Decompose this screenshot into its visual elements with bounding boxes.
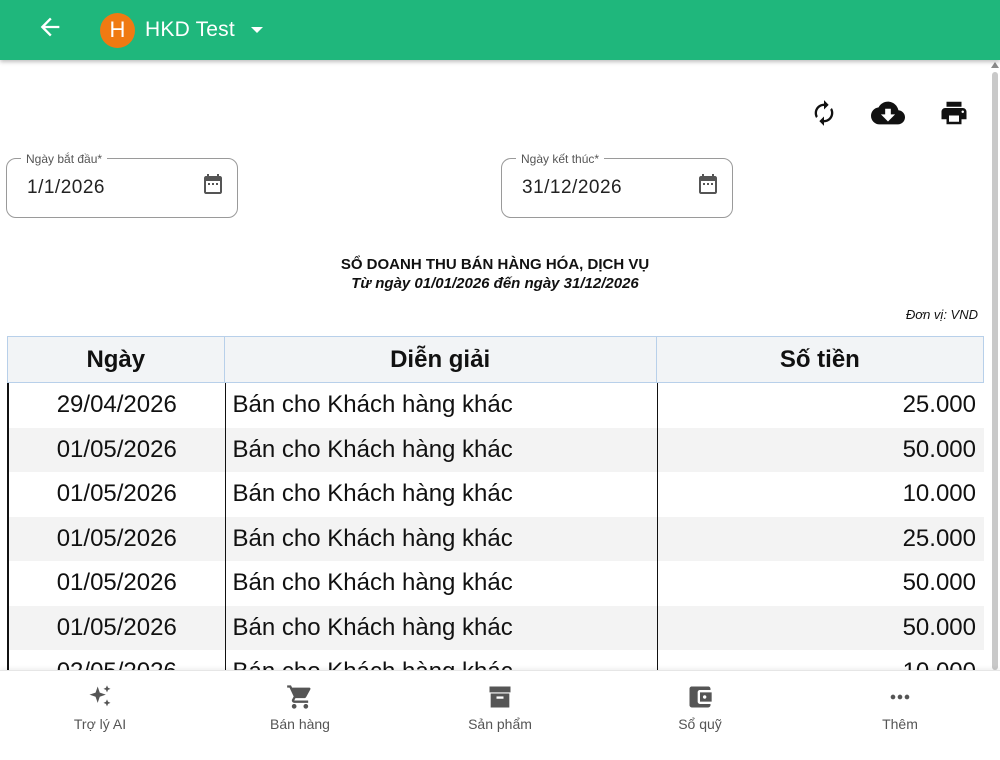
table-row[interactable]: 02/05/2026Bán cho Khách hàng khác10.000 [7,650,984,670]
cell-date: 01/05/2026 [9,605,226,650]
avatar: H [100,12,135,48]
end-date-field[interactable]: Ngày kết thúc* 31/12/2026 [501,152,733,218]
app-bar: H HKD Test [0,0,1000,60]
calendar-icon[interactable] [696,171,720,197]
table-row[interactable]: 01/05/2026 Bán cho Khách hàng khác 50.000 [7,427,984,472]
wallet-icon [689,686,712,708]
cell-description: Bán cho Khách hàng khác [226,383,658,428]
report-date-range: Từ ngày 01/01/2026 đến ngày 31/12/2026 [351,275,639,292]
nav-item-more[interactable]: Thêm [800,671,1000,760]
start-date-label: Ngày bắt đầu* [21,152,108,166]
currency-unit: Đơn vị: VND [905,307,978,322]
table-row[interactable]: 01/05/2026 Bán cho Khách hàng khác 50.000 [7,605,984,650]
column-header-amount: Số tiền [779,345,860,373]
table-header: Ngày Diễn giải Số tiền [7,336,984,383]
cell-date: 01/05/2026 [9,561,226,606]
cell-amount: 50.000 [902,435,976,463]
nav-item-cashbook[interactable]: Sổ quỹ [600,671,800,760]
printer-icon [941,101,967,125]
refresh-icon [814,100,834,126]
sparkle-icon [89,685,111,707]
back-button[interactable] [36,13,64,41]
cell-amount: 25.000 [902,524,976,552]
scroll-up-arrow[interactable] [991,62,999,68]
table-row[interactable]: 29/04/2026 Bán cho Khách hàng khác 25.000 [7,383,984,428]
bottom-navigation: Trợ lý AI Bán hàng Sản phẩm Sổ quỹ Thêm [0,670,1000,760]
nav-label: Trợ lý AI [73,716,127,732]
scrollbar[interactable] [992,72,998,670]
nav-label: Sổ quỹ [678,716,722,732]
end-date-label: Ngày kết thúc* [516,152,605,166]
download-button[interactable] [870,95,906,131]
print-button[interactable] [936,95,972,131]
table-row[interactable]: 01/05/2026 Bán cho Khách hàng khác 25.000 [7,516,984,561]
table-row[interactable]: 01/05/2026 Bán cho Khách hàng khác 50.000 [7,561,984,606]
cart-icon [287,685,311,709]
cell-amount: 10.000 [902,480,976,508]
cell-date: 01/05/2026 [9,472,226,517]
refresh-button[interactable] [806,95,842,131]
nav-item-ai-assistant[interactable]: Trợ lý AI [0,671,200,760]
calendar-icon[interactable] [201,171,225,197]
cell-date: 02/05/2026 [9,650,226,670]
start-date-field[interactable]: Ngày bắt đầu* 1/1/2026 [6,152,238,218]
archive-box-icon [489,686,511,708]
report-title: SỔ DOANH THU BÁN HÀNG HÓA, DỊCH VỤ [340,256,650,273]
cell-amount: 50.000 [902,569,976,597]
cell-description: Bán cho Khách hàng khác [226,516,658,561]
column-header-date: Ngày [8,337,225,382]
table-body: 29/04/2026 Bán cho Khách hàng khác 25.000 0… [7,383,984,670]
cell-description: Bán cho Khách hàng khác [226,605,658,650]
revenue-table: Ngày Diễn giải Số tiền 29/04/2026 Bán cho… [7,336,984,670]
shop-switcher[interactable]: H HKD Test [100,12,263,48]
cell-description: Bán cho Khách hàng khác [226,427,658,472]
shop-name: HKD Test [145,18,235,41]
cell-amount: 50.000 [902,613,976,641]
cell-amount: 25.000 [902,391,976,419]
cell-date: 29/04/2026 [9,383,226,428]
report-content: Ngày bắt đầu* 1/1/2026 Ngày kết thúc* 31… [0,60,1000,670]
cell-description: Bán cho Khách hàng khác [226,472,658,517]
nav-label: Sản phẩm [468,716,532,732]
end-date-input[interactable]: 31/12/2026 [522,177,682,199]
cell-description: Bán cho Khách hàng khác [226,650,658,670]
cell-description: Bán cho Khách hàng khác [226,561,658,606]
nav-item-products[interactable]: Sản phẩm [400,671,600,760]
cloud-download-icon [871,101,905,125]
cell-date: 01/05/2026 [9,427,226,472]
cell-date: 01/05/2026 [9,516,226,561]
more-horizontal-icon [890,694,910,700]
nav-label: Bán hàng [270,716,330,732]
cell-amount: 10.000 [658,650,984,670]
table-row[interactable]: 01/05/2026 Bán cho Khách hàng khác 10.000 [7,472,984,517]
arrow-left-icon [40,17,60,37]
column-header-description: Diễn giải [225,337,657,382]
start-date-input[interactable]: 1/1/2026 [27,177,187,199]
nav-label: Thêm [882,716,918,732]
nav-item-sales[interactable]: Bán hàng [200,671,400,760]
chevron-down-icon [250,27,263,33]
